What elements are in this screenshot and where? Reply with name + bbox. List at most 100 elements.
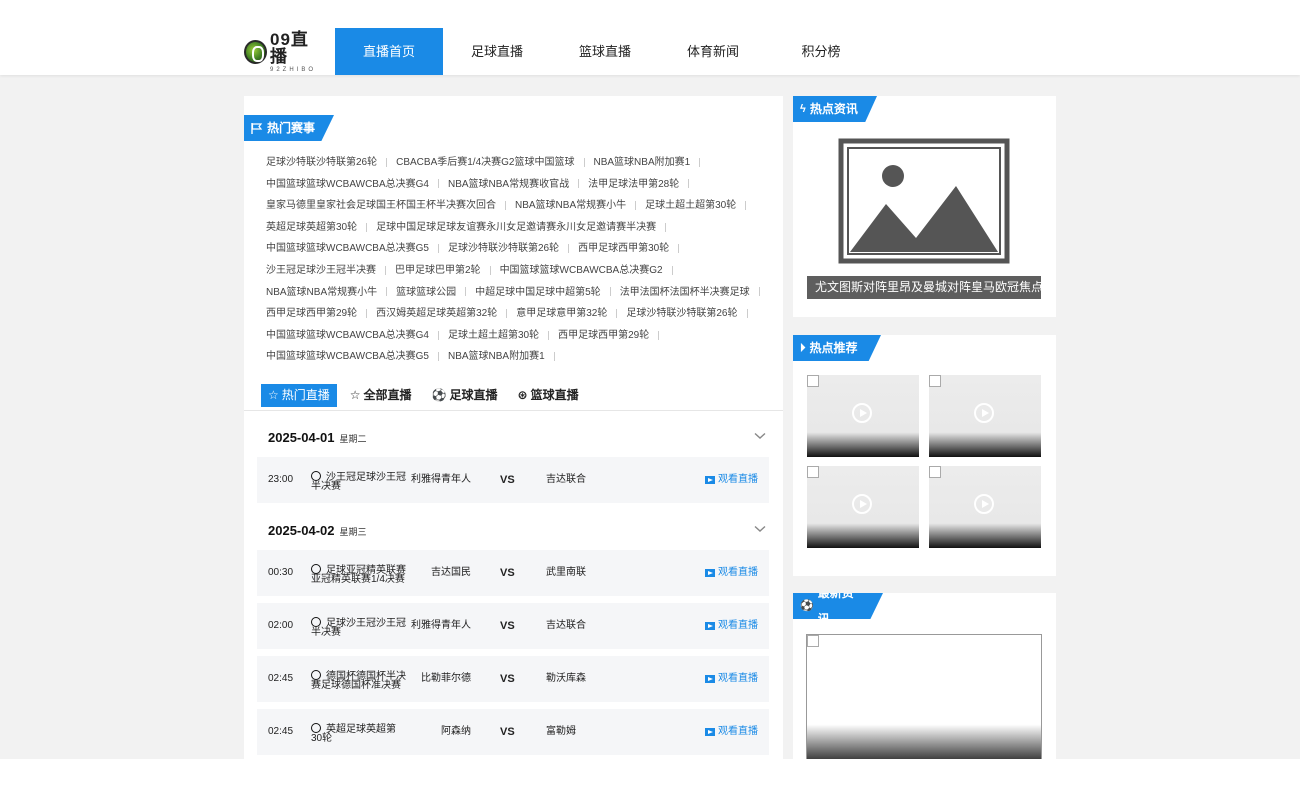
hot-event-link[interactable]: 中国篮球篮球WCBAWCBA总决赛G2 bbox=[500, 260, 663, 282]
star-icon: ☆ bbox=[268, 388, 279, 402]
hot-event-link[interactable]: 西甲足球西甲第29轮 bbox=[266, 303, 357, 325]
separator bbox=[699, 157, 701, 167]
separator bbox=[658, 330, 660, 340]
separator bbox=[746, 309, 748, 319]
tab-football-live[interactable]: ⚽ 足球直播 bbox=[425, 384, 505, 407]
watch-live-link[interactable]: 观看直播 bbox=[705, 709, 758, 755]
hot-events-list: 足球沙特联沙特联第26轮 CBACBA季后赛1/4决赛G2篮球中国篮球 NBA篮球N… bbox=[266, 152, 766, 368]
separator bbox=[553, 352, 555, 362]
footer-strip bbox=[0, 759, 1300, 788]
soccer-ball-icon: ⚽ bbox=[800, 600, 814, 612]
match-row[interactable]: 00:30 足球亚冠精英联赛亚冠精英联赛1/4决赛 吉达国民 VS 武里南联 观… bbox=[257, 550, 769, 596]
match-row[interactable]: 02:00 足球沙王冠沙王冠半决赛 利雅得青年人 VS 吉达联合 观看直播 bbox=[257, 603, 769, 649]
hot-event-link[interactable]: NBA篮球NBA附加赛1 bbox=[448, 346, 545, 368]
hot-event-link[interactable]: 西汉姆英超足球英超第32轮 bbox=[376, 303, 497, 325]
tabs-divider bbox=[244, 410, 783, 411]
match-row[interactable]: 23:00 沙王冠足球沙王冠半决赛 利雅得青年人 VS 吉达联合 观看直播 bbox=[257, 457, 769, 503]
hot-event-link[interactable]: 中国篮球篮球WCBAWCBA总决赛G5 bbox=[266, 238, 429, 260]
hot-event-link[interactable]: NBA篮球NBA常规赛小牛 bbox=[266, 282, 377, 304]
hot-events-title: 热门赛事 bbox=[267, 121, 316, 135]
watch-live-link[interactable]: 观看直播 bbox=[705, 550, 758, 596]
hot-event-link[interactable]: 足球沙特联沙特联第26轮 bbox=[448, 238, 559, 260]
nav-home[interactable]: 直播首页 bbox=[335, 28, 443, 75]
hot-event-link[interactable]: 足球沙特联沙特联第26轮 bbox=[626, 303, 737, 325]
hot-event-link[interactable]: 中国篮球篮球WCBAWCBA总决赛G5 bbox=[266, 346, 429, 368]
hot-event-link[interactable]: 足球沙特联沙特联第26轮 bbox=[266, 152, 377, 174]
hot-event-link[interactable]: 中国篮球篮球WCBAWCBA总决赛G4 bbox=[266, 174, 429, 196]
nav-sports-news[interactable]: 体育新闻 bbox=[659, 28, 767, 75]
hot-events-row: 西甲足球西甲第29轮 西汉姆英超足球英超第32轮 意甲足球意甲第32轮 足球沙特联沙特… bbox=[266, 303, 766, 325]
video-thumbnail[interactable] bbox=[807, 466, 919, 548]
flag-icon bbox=[251, 122, 263, 134]
match-home-team: 利雅得青年人 bbox=[411, 474, 471, 485]
hot-event-link[interactable]: 法甲足球法甲第28轮 bbox=[588, 174, 679, 196]
hot-recommend-title: 热点推荐 bbox=[809, 341, 858, 355]
match-row[interactable]: 02:45 德国杯德国杯半决赛足球德国杯准决赛 比勒菲尔德 VS 勒沃库森 观看… bbox=[257, 656, 769, 702]
video-thumbnail[interactable] bbox=[929, 375, 1041, 457]
hot-event-link[interactable]: NBA篮球NBA常规赛收官战 bbox=[448, 174, 569, 196]
hot-events-row: 英超足球英超第30轮 足球中国足球足球友谊赛永川女足邀请赛永川女足邀请赛半决赛 bbox=[266, 217, 766, 239]
news-caption[interactable]: 尤文图斯对阵里昂及曼城对阵皇马欧冠焦点... bbox=[807, 276, 1041, 299]
logo-text: 09直播 bbox=[269, 30, 309, 66]
separator bbox=[616, 309, 618, 319]
hot-event-link[interactable]: CBACBA季后赛1/4决赛G2篮球中国篮球 bbox=[396, 152, 574, 174]
hot-event-link[interactable]: 法甲法国杯法国杯半决赛足球 bbox=[620, 282, 750, 304]
chevron-down-icon[interactable] bbox=[754, 430, 766, 442]
separator bbox=[671, 265, 673, 275]
hot-event-link[interactable]: 中国篮球篮球WCBAWCBA总决赛G4 bbox=[266, 325, 429, 347]
hot-event-link[interactable]: 西甲足球西甲第29轮 bbox=[558, 325, 649, 347]
image-placeholder-icon bbox=[838, 138, 1010, 264]
tab-all-live[interactable]: ☆ 全部直播 bbox=[343, 384, 419, 407]
site-logo[interactable]: 09直播 92ZHIBO bbox=[244, 31, 324, 73]
chevron-down-icon[interactable] bbox=[754, 523, 766, 535]
match-home-team: 阿森纳 bbox=[441, 726, 471, 737]
separator bbox=[609, 287, 611, 297]
nav-football[interactable]: 足球直播 bbox=[443, 28, 551, 75]
hot-event-link[interactable]: NBA篮球NBA附加赛1 bbox=[594, 152, 691, 174]
play-icon bbox=[705, 569, 715, 577]
separator bbox=[548, 330, 550, 340]
hot-event-link[interactable]: 沙王冠足球沙王冠半决赛 bbox=[266, 260, 376, 282]
hot-event-link[interactable]: 皇家马德里皇家社会足球国王杯国王杯半决赛次回合 bbox=[266, 195, 496, 217]
watch-live-link[interactable]: 观看直播 bbox=[705, 656, 758, 702]
hot-event-link[interactable]: 足球土超土超第30轮 bbox=[448, 325, 539, 347]
hot-event-link[interactable]: 篮球篮球公园 bbox=[396, 282, 456, 304]
separator bbox=[688, 179, 690, 189]
hot-event-link[interactable]: 中超足球中国足球中超第5轮 bbox=[475, 282, 601, 304]
hot-event-link[interactable]: 足球中国足球足球友谊赛永川女足邀请赛永川女足邀请赛半决赛 bbox=[376, 217, 656, 239]
separator bbox=[758, 287, 760, 297]
separator bbox=[366, 222, 368, 232]
play-icon bbox=[705, 622, 715, 630]
hot-news-header: ϟ 热点资讯 bbox=[793, 96, 877, 122]
hot-event-link[interactable]: 意甲足球意甲第32轮 bbox=[516, 303, 607, 325]
watch-live-link[interactable]: 观看直播 bbox=[705, 603, 758, 649]
broken-image-icon bbox=[807, 635, 819, 647]
separator bbox=[506, 309, 508, 319]
day-header: 2025-04-02 星期三 bbox=[268, 523, 367, 543]
hot-event-link[interactable]: 足球土超土超第30轮 bbox=[645, 195, 736, 217]
separator bbox=[578, 179, 580, 189]
nav-basketball[interactable]: 篮球直播 bbox=[551, 28, 659, 75]
news-image[interactable] bbox=[807, 138, 1041, 299]
main-panel: 热门赛事 足球沙特联沙特联第26轮 CBACBA季后赛1/4决赛G2篮球中国篮球 N… bbox=[244, 96, 783, 788]
tab-basketball-live[interactable]: ⊛ 篮球直播 bbox=[511, 384, 586, 407]
hot-events-header: 热门赛事 bbox=[244, 115, 334, 141]
hot-event-link[interactable]: 巴甲足球巴甲第2轮 bbox=[395, 260, 481, 282]
match-home-team: 比勒菲尔德 bbox=[421, 673, 471, 684]
nav-standings[interactable]: 积分榜 bbox=[767, 28, 875, 75]
latest-news-image[interactable] bbox=[806, 634, 1042, 764]
separator bbox=[386, 157, 388, 167]
match-row[interactable]: 02:45 英超足球英超第30轮 阿森纳 VS 富勒姆 观看直播 bbox=[257, 709, 769, 755]
video-thumbnail[interactable] bbox=[929, 466, 1041, 548]
video-thumbnail[interactable] bbox=[807, 375, 919, 457]
separator bbox=[665, 222, 667, 232]
tab-hot-live[interactable]: ☆ 热门直播 bbox=[261, 384, 337, 407]
play-icon bbox=[974, 403, 994, 423]
hot-event-link[interactable]: 英超足球英超第30轮 bbox=[266, 217, 357, 239]
hot-event-link[interactable]: NBA篮球NBA常规赛小牛 bbox=[515, 195, 626, 217]
watch-live-link[interactable]: 观看直播 bbox=[705, 457, 758, 503]
hot-event-link[interactable]: 西甲足球西甲第30轮 bbox=[578, 238, 669, 260]
hot-recommend-panel: ⏵ 热点推荐 bbox=[793, 335, 1056, 576]
hot-news-title: 热点资讯 bbox=[809, 102, 858, 116]
separator bbox=[678, 244, 680, 254]
